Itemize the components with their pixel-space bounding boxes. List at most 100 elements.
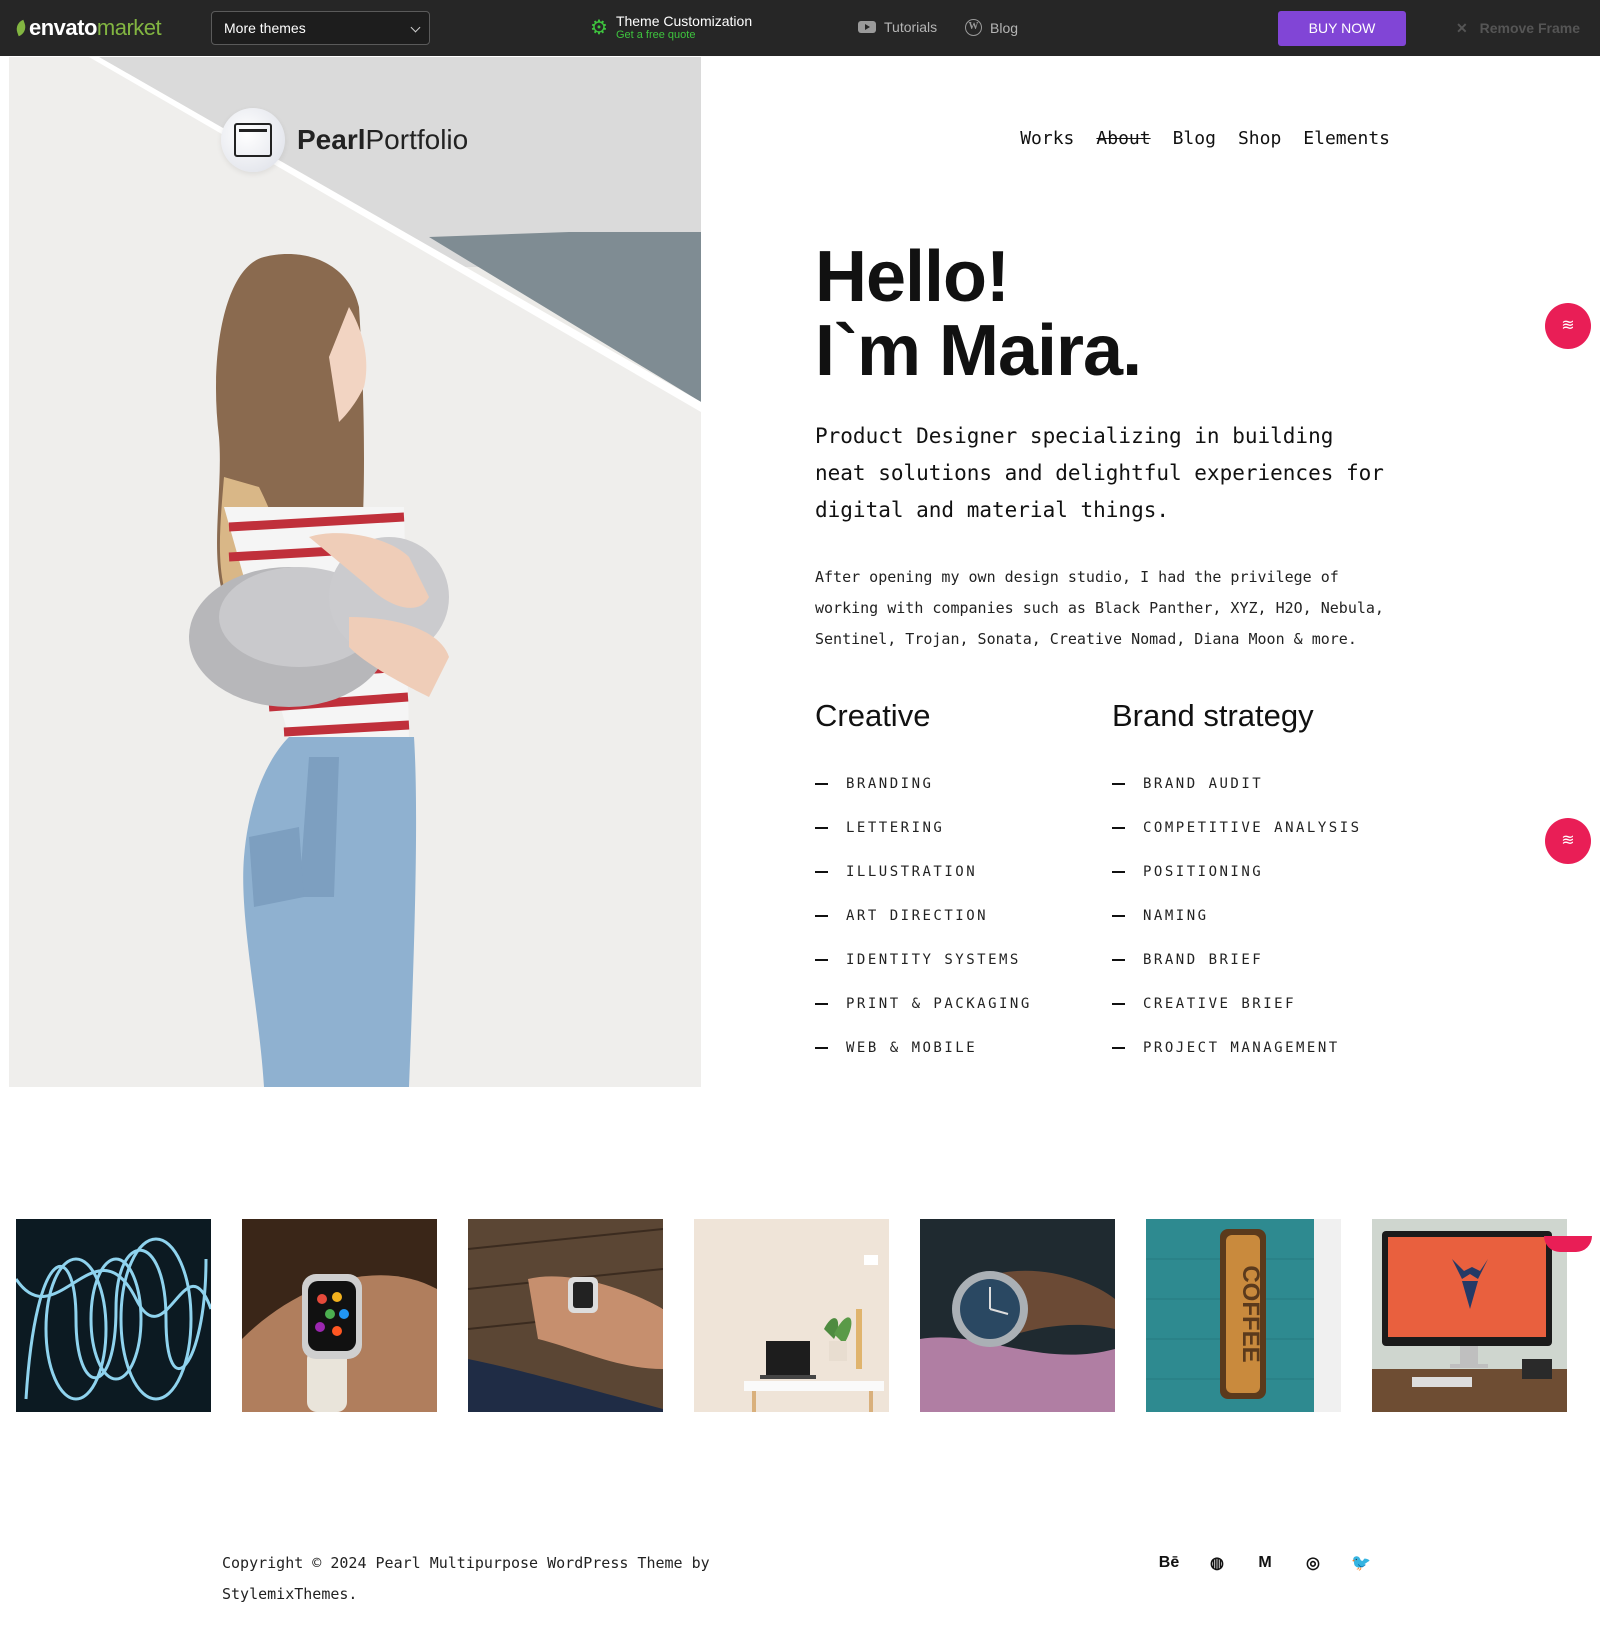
smartwatch-wrist-image[interactable] [242, 1219, 437, 1412]
dash-icon [815, 826, 828, 830]
list-item: IDENTITY SYSTEMS [815, 938, 1115, 982]
hero-heading-line2: I`m Maira. [815, 311, 1142, 391]
remove-frame-label: Remove Frame [1479, 20, 1581, 36]
hero-portrait-image [9, 57, 701, 1087]
dash-icon [1112, 826, 1125, 830]
nav-item-about[interactable]: About [1096, 128, 1150, 149]
skill-label: LETTERING [846, 820, 945, 836]
skill-label: PRINT & PACKAGING [846, 996, 1032, 1012]
portfolio-box-icon [221, 108, 285, 172]
wordpress-icon: W [965, 19, 982, 36]
layers-icon: ≋ [1561, 317, 1575, 334]
chevron-down-icon [410, 22, 421, 33]
social-links: Bē ◍ M ◎ 🐦 [1158, 1552, 1372, 1574]
tutorials-label: Tutorials [884, 19, 938, 35]
skill-label: BRAND AUDIT [1143, 776, 1264, 792]
list-item: ART DIRECTION [815, 894, 1115, 938]
gear-icon: ⚙ [590, 16, 608, 39]
nav-item-elements[interactable]: Elements [1303, 128, 1390, 149]
more-themes-select[interactable]: More themes [211, 11, 430, 45]
intro-paragraph: After opening my own design studio, I ha… [815, 568, 1384, 648]
dash-icon [1112, 870, 1125, 874]
list-item: CREATIVE BRIEF [1112, 982, 1412, 1026]
list-item: LETTERING [815, 806, 1115, 850]
creative-skills-title: Creative [815, 698, 931, 733]
skill-label: BRAND BRIEF [1143, 952, 1264, 968]
list-item: BRAND BRIEF [1112, 938, 1412, 982]
envato-market-logo[interactable]: envato market [13, 14, 162, 42]
youtube-icon [858, 21, 876, 33]
behance-icon[interactable]: Bē [1158, 1552, 1180, 1574]
skill-label: NAMING [1143, 908, 1209, 924]
list-item: COMPETITIVE ANALYSIS [1112, 806, 1412, 850]
logo-light-text: Portfolio [365, 124, 469, 155]
list-item: POSITIONING [1112, 850, 1412, 894]
coffee-sign-text: COFFEE [1237, 1265, 1264, 1362]
nav-item-shop[interactable]: Shop [1238, 128, 1281, 149]
dash-icon [815, 1046, 828, 1050]
watch-on-table-image[interactable] [468, 1219, 663, 1412]
more-themes-label: More themes [224, 20, 306, 36]
skill-label: IDENTITY SYSTEMS [846, 952, 1021, 968]
customization-subtitle: Get a free quote [615, 29, 696, 41]
hero-heading: Hello! I`m Maira. [815, 237, 1142, 391]
skill-label: CREATIVE BRIEF [1143, 996, 1297, 1012]
list-item: PRINT & PACKAGING [815, 982, 1115, 1026]
dash-icon [1112, 958, 1125, 962]
tutorials-link[interactable]: Tutorials [858, 19, 937, 35]
envato-top-bar: envato market More themes ⚙ Theme Custom… [0, 0, 1600, 56]
imac-deer-image[interactable] [1372, 1219, 1567, 1412]
blog-link[interactable]: W Blog [965, 19, 1018, 36]
brand-strategy-title: Brand strategy [1112, 698, 1314, 733]
brand-strategy-skills: Brand strategy BRAND AUDIT COMPETITIVE A… [1112, 698, 1412, 1070]
pearl-portfolio-logo[interactable]: PearlPortfolio [221, 108, 468, 172]
dash-icon [1112, 914, 1125, 918]
wristwatch-closeup-image[interactable] [920, 1219, 1115, 1412]
skill-label: ILLUSTRATION [846, 864, 978, 880]
portfolio-gallery: COFFEE [16, 1219, 1567, 1412]
list-item: NAMING [1112, 894, 1412, 938]
layers-float-button[interactable]: ≋ [1545, 303, 1591, 349]
dribbble-icon[interactable]: ◍ [1206, 1552, 1228, 1574]
dash-icon [1112, 1002, 1125, 1006]
blog-label: Blog [990, 19, 1019, 36]
twitter-icon[interactable]: 🐦 [1350, 1552, 1372, 1574]
nav-item-blog[interactable]: Blog [1173, 128, 1216, 149]
buy-now-button[interactable]: BUY NOW [1278, 11, 1406, 46]
layers-float-button-2[interactable]: ≋ [1545, 818, 1591, 864]
neon-wires-image[interactable] [16, 1219, 211, 1412]
scroll-top-indicator[interactable] [1544, 1236, 1592, 1252]
list-item: BRAND AUDIT [1112, 762, 1412, 806]
nav-item-works[interactable]: Works [1020, 128, 1074, 149]
dash-icon [815, 958, 828, 962]
intro-lead-text: Product Designer specializing in buildin… [815, 424, 1384, 522]
skill-label: BRANDING [846, 776, 934, 792]
coffee-sign-image[interactable]: COFFEE [1146, 1219, 1341, 1412]
dash-icon [815, 1002, 828, 1006]
skill-label: WEB & MOBILE [846, 1040, 978, 1056]
creative-skills: Creative BRANDING LETTERING ILLUSTRATION… [815, 698, 1115, 1070]
instagram-icon[interactable]: ◎ [1302, 1552, 1324, 1574]
desk-laptop-image[interactable] [694, 1219, 889, 1412]
logo-bold-text: Pearl [297, 124, 366, 155]
list-item: WEB & MOBILE [815, 1026, 1115, 1070]
hero-heading-line1: Hello! [815, 237, 1010, 317]
medium-icon[interactable]: M [1254, 1552, 1276, 1574]
list-item: PROJECT MANAGEMENT [1112, 1026, 1412, 1070]
main-navigation: Works About Blog Shop Elements [1020, 128, 1390, 149]
dash-icon [815, 870, 828, 874]
remove-frame-button[interactable]: ✕ Remove Frame [1456, 20, 1580, 37]
dash-icon [815, 782, 828, 786]
logo-market-text: market [96, 15, 162, 40]
skill-label: POSITIONING [1143, 864, 1264, 880]
list-item: BRANDING [815, 762, 1115, 806]
skill-label: ART DIRECTION [846, 908, 989, 924]
theme-customization-link[interactable]: ⚙ Theme Customization Get a free quote [590, 13, 753, 42]
footer-copyright: Copyright © 2024 Pearl Multipurpose Word… [222, 1554, 710, 1603]
dash-icon [815, 914, 828, 918]
skill-label: PROJECT MANAGEMENT [1143, 1040, 1340, 1056]
list-item: ILLUSTRATION [815, 850, 1115, 894]
customization-title: Theme Customization [615, 13, 753, 29]
logo-brand-text: envato [29, 15, 97, 40]
skill-label: COMPETITIVE ANALYSIS [1143, 820, 1362, 836]
